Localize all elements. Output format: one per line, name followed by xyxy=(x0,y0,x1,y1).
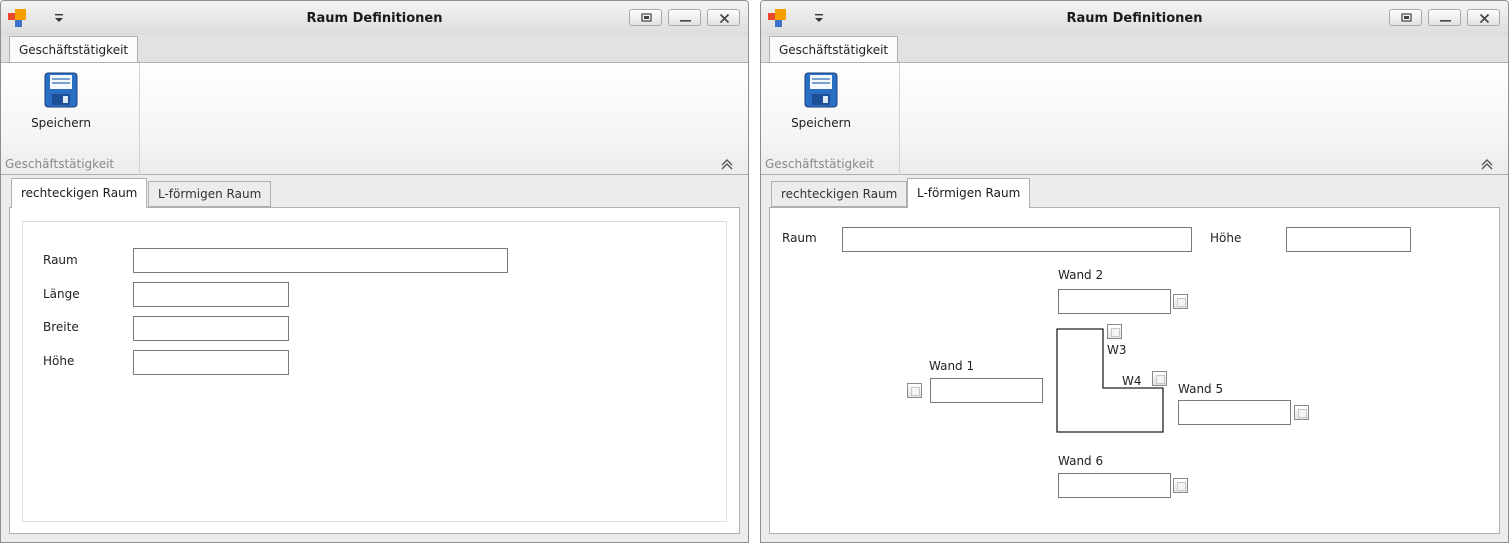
collapse-ribbon-icon[interactable] xyxy=(1480,158,1494,170)
restore-button[interactable] xyxy=(629,9,662,26)
ribbon-tab-strip: Geschäftstätigkeit xyxy=(1,35,748,63)
restore-icon xyxy=(641,13,652,22)
wand5-checkbox[interactable] xyxy=(1294,405,1309,420)
ribbon-tab-geschaeftstaetigkeit[interactable]: Geschäftstätigkeit xyxy=(769,36,899,63)
l-shape-diagram xyxy=(1056,328,1164,433)
ribbon-group-label: Geschäftstätigkeit xyxy=(765,157,875,171)
hoehe-input[interactable] xyxy=(133,350,289,375)
save-button-label: Speichern xyxy=(31,116,91,130)
wand1-label: Wand 1 xyxy=(929,359,975,373)
ribbon-group: Speichern Geschäftstätigkeit xyxy=(1,63,140,175)
window-rectangular: Raum Definitionen Geschäftstätigkeit Spe… xyxy=(0,0,749,543)
hoehe-label: Höhe xyxy=(1210,231,1242,245)
content-tab-strip: rechteckigen Raum L-förmigen Raum xyxy=(761,176,1508,208)
close-button[interactable] xyxy=(1467,9,1500,26)
floppy-disk-icon xyxy=(804,72,838,108)
ribbon-panel: Speichern Geschäftstätigkeit xyxy=(1,62,748,175)
wand6-input[interactable] xyxy=(1058,473,1171,498)
close-button[interactable] xyxy=(707,9,740,26)
raum-input[interactable] xyxy=(133,248,508,273)
wand5-input[interactable] xyxy=(1178,400,1291,425)
restore-button[interactable] xyxy=(1389,9,1422,26)
save-button[interactable]: Speichern xyxy=(19,68,103,138)
save-button-label: Speichern xyxy=(791,116,851,130)
wand5-label: Wand 5 xyxy=(1178,382,1224,396)
laenge-input[interactable] xyxy=(133,282,289,307)
form-group-box: Raum Länge Breite Höhe xyxy=(22,221,727,522)
breite-input[interactable] xyxy=(133,316,289,341)
tab-panel-l-shaped: Raum Höhe Wand 2 W3 Wand 1 W4 Wand 5 Wan… xyxy=(769,207,1500,534)
floppy-disk-icon xyxy=(44,72,78,108)
wand1-checkbox[interactable] xyxy=(907,383,922,398)
wand1-input[interactable] xyxy=(930,378,1043,403)
wand2-checkbox[interactable] xyxy=(1173,294,1188,309)
restore-icon xyxy=(1401,13,1412,22)
save-button[interactable]: Speichern xyxy=(779,68,863,138)
wand2-label: Wand 2 xyxy=(1058,268,1104,282)
close-icon xyxy=(719,13,730,24)
hoehe-input[interactable] xyxy=(1286,227,1411,252)
laenge-label: Länge xyxy=(43,287,80,301)
collapse-ribbon-icon[interactable] xyxy=(720,158,734,170)
hoehe-label: Höhe xyxy=(43,354,75,368)
wand6-label: Wand 6 xyxy=(1058,454,1104,468)
ribbon-tab-geschaeftstaetigkeit[interactable]: Geschäftstätigkeit xyxy=(9,36,139,63)
minimize-button[interactable] xyxy=(668,9,701,26)
window-l-shaped: Raum Definitionen Geschäftstätigkeit Spe… xyxy=(760,0,1509,543)
title-bar[interactable]: Raum Definitionen xyxy=(761,1,1508,35)
content-tab-strip: rechteckigen Raum L-förmigen Raum xyxy=(1,176,748,208)
raum-label: Raum xyxy=(782,231,817,245)
tab-l-foermigen-raum[interactable]: L-förmigen Raum xyxy=(907,178,1031,208)
breite-label: Breite xyxy=(43,320,79,334)
ribbon-group-label: Geschäftstätigkeit xyxy=(5,157,115,171)
tab-panel-rectangular: Raum Länge Breite Höhe xyxy=(9,207,740,534)
ribbon-group: Speichern Geschäftstätigkeit xyxy=(761,63,900,175)
ribbon-tab-strip: Geschäftstätigkeit xyxy=(761,35,1508,63)
tab-rechteckigen-raum[interactable]: rechteckigen Raum xyxy=(11,178,148,208)
tab-l-foermigen-raum[interactable]: L-förmigen Raum xyxy=(148,181,272,207)
tab-rechteckigen-raum[interactable]: rechteckigen Raum xyxy=(771,181,908,207)
ribbon-panel: Speichern Geschäftstätigkeit xyxy=(761,62,1508,175)
title-bar[interactable]: Raum Definitionen xyxy=(1,1,748,35)
minimize-button[interactable] xyxy=(1428,9,1461,26)
raum-input[interactable] xyxy=(842,227,1192,252)
wand6-checkbox[interactable] xyxy=(1173,478,1188,493)
wand2-input[interactable] xyxy=(1058,289,1171,314)
minimize-icon xyxy=(1440,20,1451,22)
minimize-icon xyxy=(680,20,691,22)
raum-label: Raum xyxy=(43,253,78,267)
close-icon xyxy=(1479,13,1490,24)
